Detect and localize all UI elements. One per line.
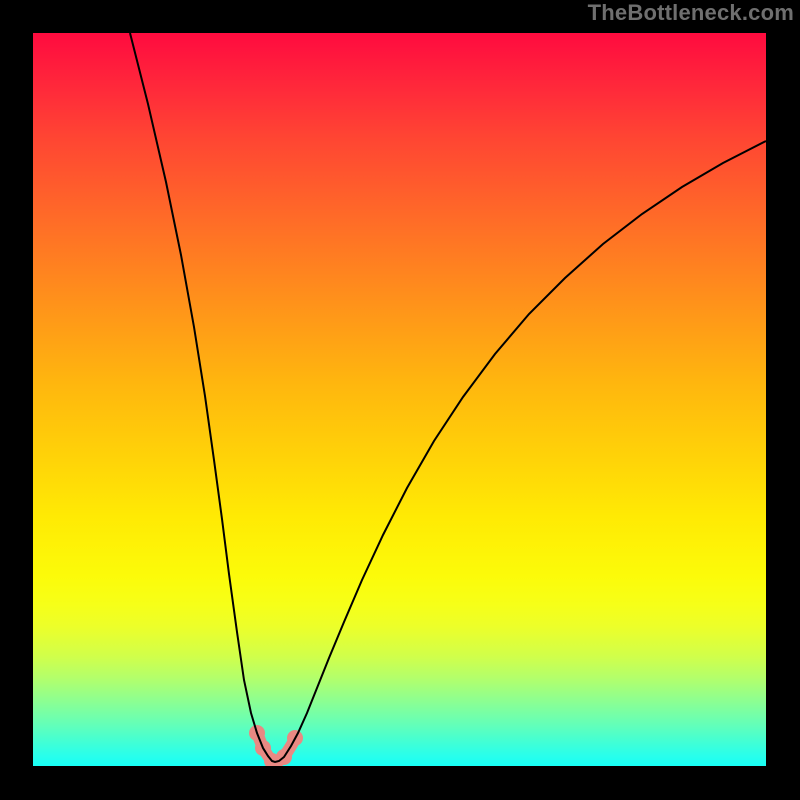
chart-plot-area <box>33 33 766 766</box>
bottleneck-curve <box>130 33 766 762</box>
chart-svg <box>33 33 766 766</box>
watermark-text: TheBottleneck.com <box>588 0 794 26</box>
outer-frame: TheBottleneck.com <box>0 0 800 800</box>
